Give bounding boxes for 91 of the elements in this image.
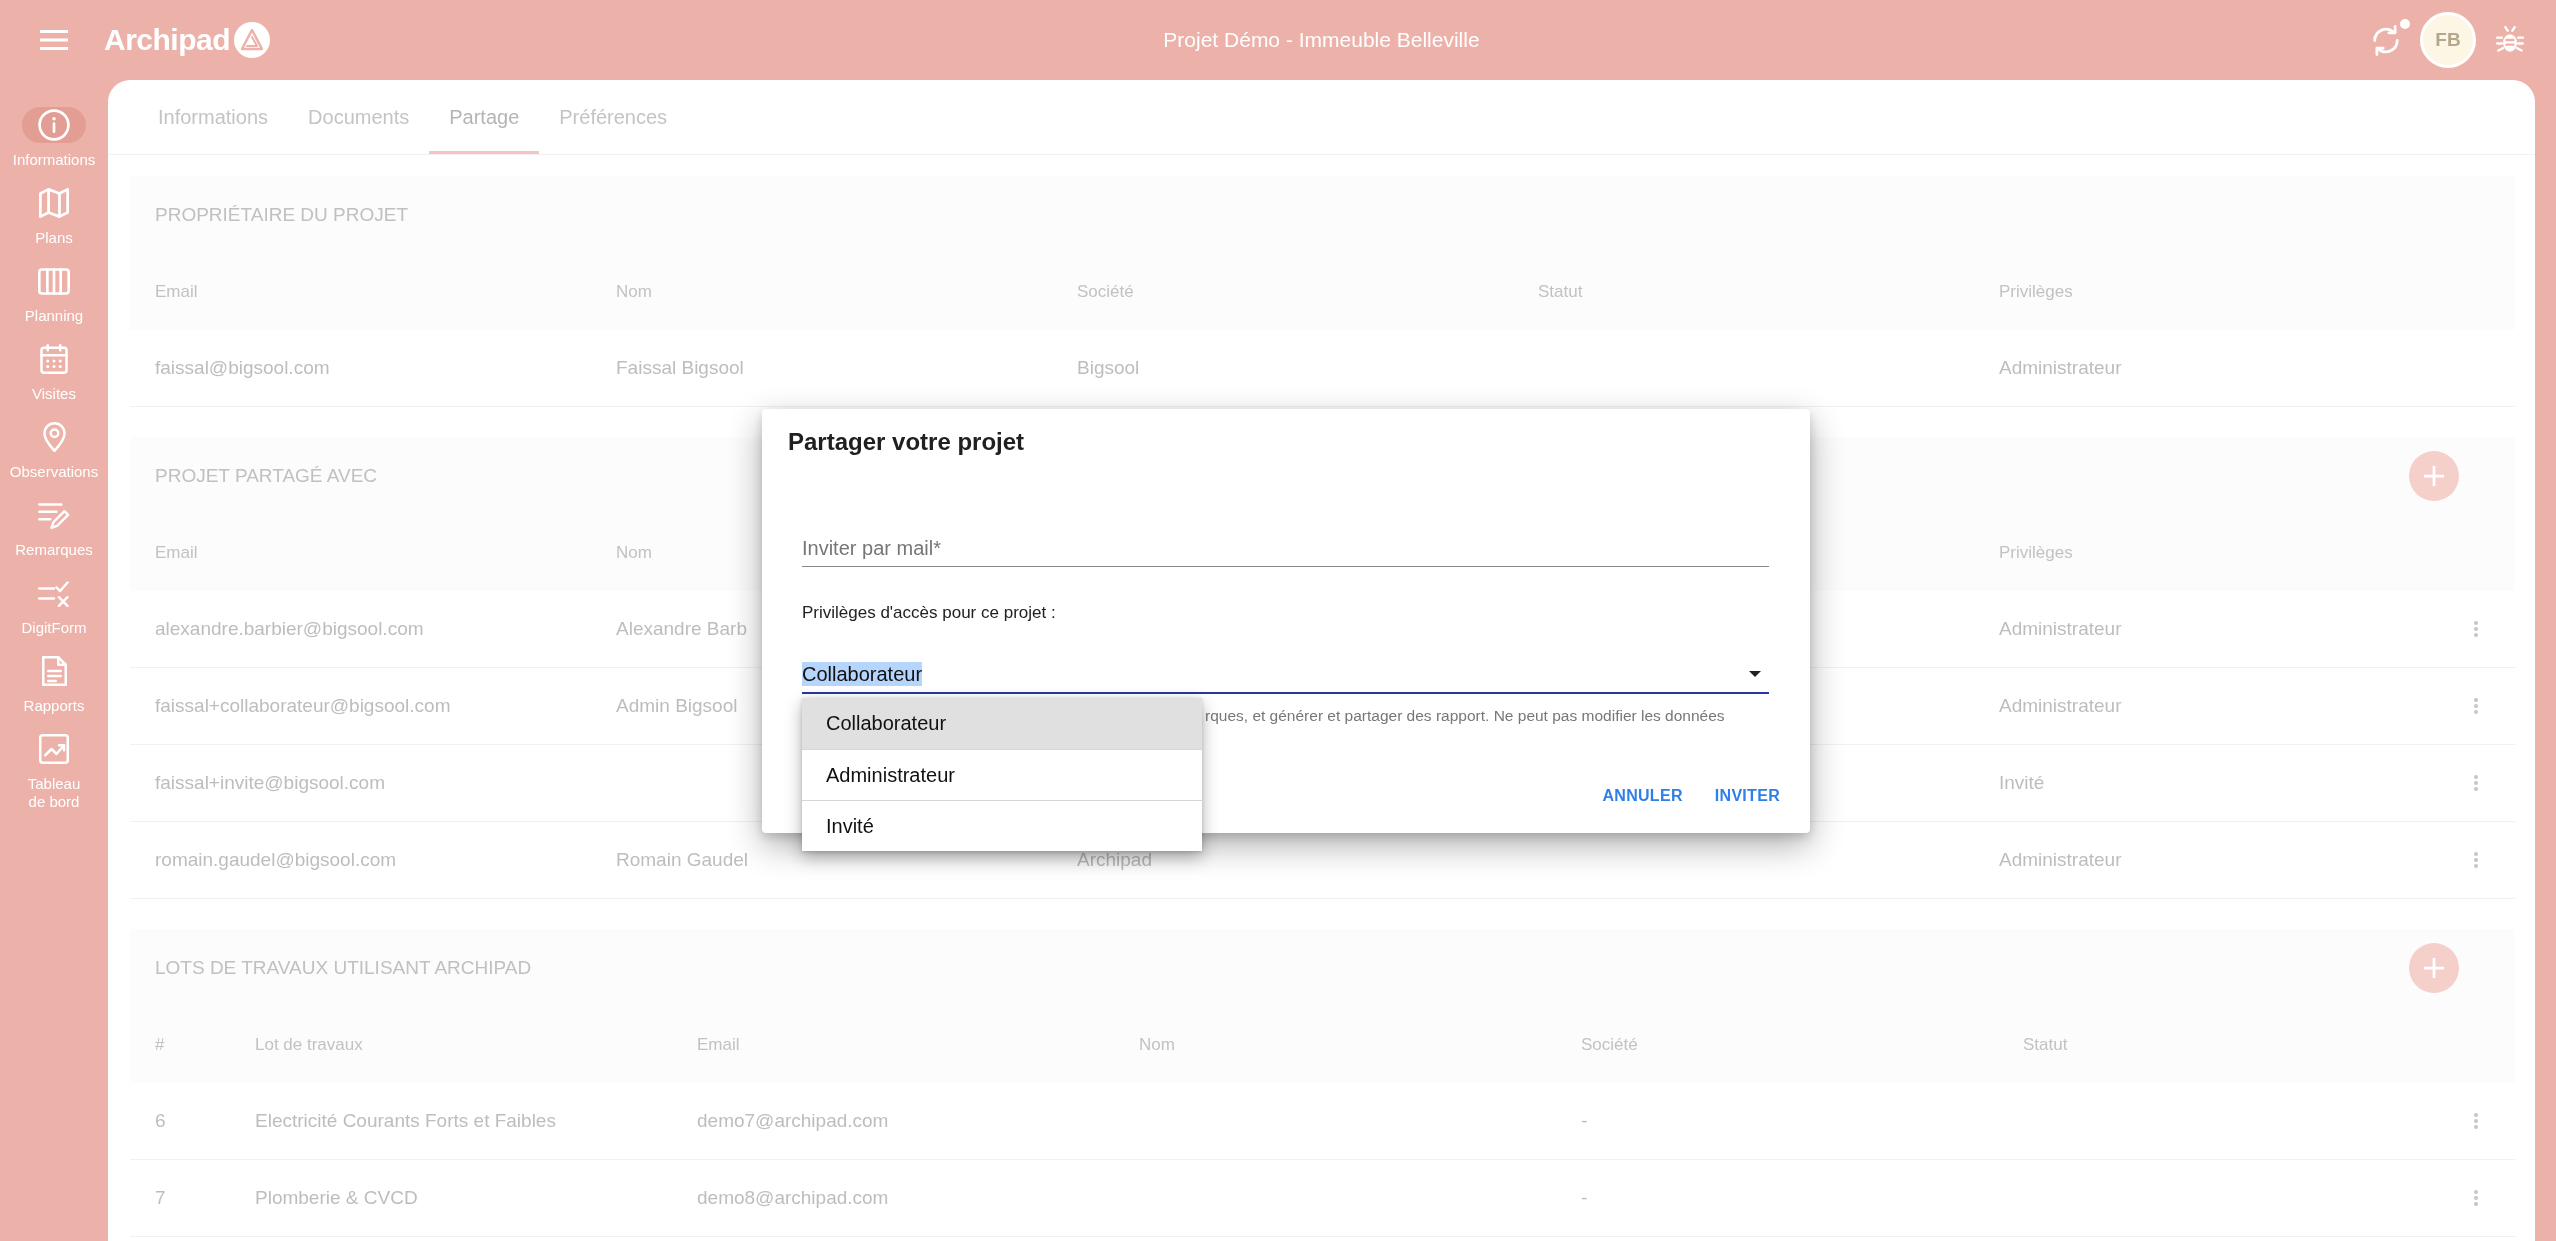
sidebar-item[interactable]: Visites (0, 341, 108, 419)
dropdown-arrow-icon (1749, 670, 1761, 677)
chart-icon (39, 734, 69, 764)
tab[interactable]: Préférences (539, 80, 688, 154)
info-icon (22, 107, 86, 143)
column-header: Société (1581, 1034, 1638, 1055)
bug-icon[interactable] (2496, 26, 2524, 54)
privileges-select[interactable]: Collaborateur (802, 655, 1769, 694)
triangle-logo-icon (234, 22, 271, 58)
menu-icon[interactable] (40, 30, 68, 50)
user-avatar[interactable]: FB (2420, 12, 2476, 68)
column-header: # (155, 1034, 165, 1055)
table-cell: faissal+collaborateur@bigsool.com (155, 695, 451, 717)
table-cell: Romain Gaudel (616, 849, 749, 871)
dialog-title: Partager votre projet (788, 427, 1026, 457)
column-header: Statut (1538, 281, 1583, 302)
column-header: Nom (1139, 1034, 1175, 1055)
section-title: PROJET PARTAGÉ AVEC (155, 464, 378, 487)
document-icon (41, 656, 67, 686)
table-cell: Archipad (1077, 849, 1152, 871)
add-button[interactable] (2409, 942, 2459, 993)
location-pin-icon (42, 422, 66, 452)
map-icon (39, 188, 69, 218)
table-cell: 6 (155, 1110, 166, 1132)
sidebar-item[interactable]: Planning (0, 263, 108, 341)
column-header: Lot de travaux (255, 1034, 363, 1055)
tab[interactable]: Informations (138, 80, 289, 154)
column-header: Email (155, 281, 198, 302)
table-cell: demo7@archipad.com (697, 1110, 889, 1132)
checklist-icon (38, 579, 70, 607)
more-options-icon[interactable] (2474, 621, 2478, 637)
tab[interactable]: Partage (429, 80, 540, 154)
edit-list-icon (38, 501, 70, 529)
sidebar-item[interactable]: Remarques (0, 497, 108, 575)
column-header: Privilèges (1999, 281, 2073, 302)
more-options-icon[interactable] (2474, 775, 2478, 791)
tab[interactable]: Documents (288, 80, 430, 154)
sidebar-item[interactable]: Rapports (0, 653, 108, 731)
menu-option[interactable]: Invité (802, 800, 1202, 851)
table-cell: - (1581, 1110, 1588, 1132)
table-cell: faissal@bigsool.com (155, 357, 330, 379)
table-cell: Electricité Courants Forts et Faibles (255, 1110, 556, 1132)
table-cell: demo8@archipad.com (697, 1187, 889, 1209)
table-cell: - (1581, 1187, 1588, 1209)
table-cell: Administrateur (1999, 618, 2122, 640)
menu-option[interactable]: Collaborateur (802, 698, 1202, 749)
plus-icon (2424, 957, 2444, 978)
menu-option[interactable]: Administrateur (802, 749, 1202, 800)
table-cell: 7 (155, 1187, 166, 1209)
more-options-icon[interactable] (2474, 698, 2478, 714)
table-cell: Faissal Bigsool (616, 357, 744, 379)
table-cell: Admin Bigsool (616, 695, 738, 717)
calendar-icon (40, 344, 68, 374)
table-cell: Bigsool (1077, 357, 1140, 379)
sidebar-item[interactable]: Observations (0, 419, 108, 497)
table-cell: faissal+invite@bigsool.com (155, 772, 385, 794)
column-header: Statut (2023, 1034, 2068, 1055)
column-header: Email (155, 542, 198, 563)
sidebar-item[interactable]: Tableau de bord (0, 731, 108, 827)
privileges-label: Privilèges d'accès pour ce projet : (802, 602, 1057, 624)
project-title: Projet Démo - Immeuble Belleville (1163, 28, 1480, 52)
table-cell: Plomberie & CVCD (255, 1187, 418, 1209)
sidebar-item[interactable]: Plans (0, 185, 108, 263)
column-header: Email (697, 1034, 740, 1055)
column-header: Privilèges (1999, 542, 2073, 563)
cancel-button[interactable]: ANNULER (1590, 774, 1695, 818)
invite-button[interactable]: INVITER (1702, 774, 1792, 818)
column-header: Nom (616, 542, 652, 563)
logo-text: Archipad (104, 22, 231, 58)
email-field[interactable]: Inviter par mail* (802, 530, 1769, 567)
table-cell: romain.gaudel@bigsool.com (155, 849, 397, 871)
section-title: PROPRIÉTAIRE DU PROJET (155, 203, 408, 226)
table-cell: alexandre.barbier@bigsool.com (155, 618, 424, 640)
sync-icon[interactable] (2372, 24, 2400, 56)
table-cell: Invité (1999, 772, 2045, 794)
more-options-icon[interactable] (2474, 1113, 2478, 1129)
helper-text: rques, et générer et partager des rapport. Ne peut pas modifier les données (1205, 706, 1726, 726)
plus-icon (2424, 465, 2444, 486)
sidebar-item[interactable]: DigitForm (0, 575, 108, 653)
add-button[interactable] (2409, 450, 2459, 501)
more-options-icon[interactable] (2474, 852, 2478, 868)
more-options-icon[interactable] (2474, 1190, 2478, 1206)
table-cell: Administrateur (1999, 357, 2122, 379)
column-header: Nom (616, 281, 652, 302)
sidebar-item[interactable]: Informations (0, 107, 108, 185)
table-cell: Alexandre Barb (616, 618, 747, 640)
section-title: LOTS DE TRAVAUX UTILISANT ARCHIPAD (155, 956, 532, 979)
table-cell: Administrateur (1999, 849, 2122, 871)
table-cell: Administrateur (1999, 695, 2122, 717)
columns-icon (38, 267, 70, 295)
column-header: Société (1077, 281, 1134, 302)
